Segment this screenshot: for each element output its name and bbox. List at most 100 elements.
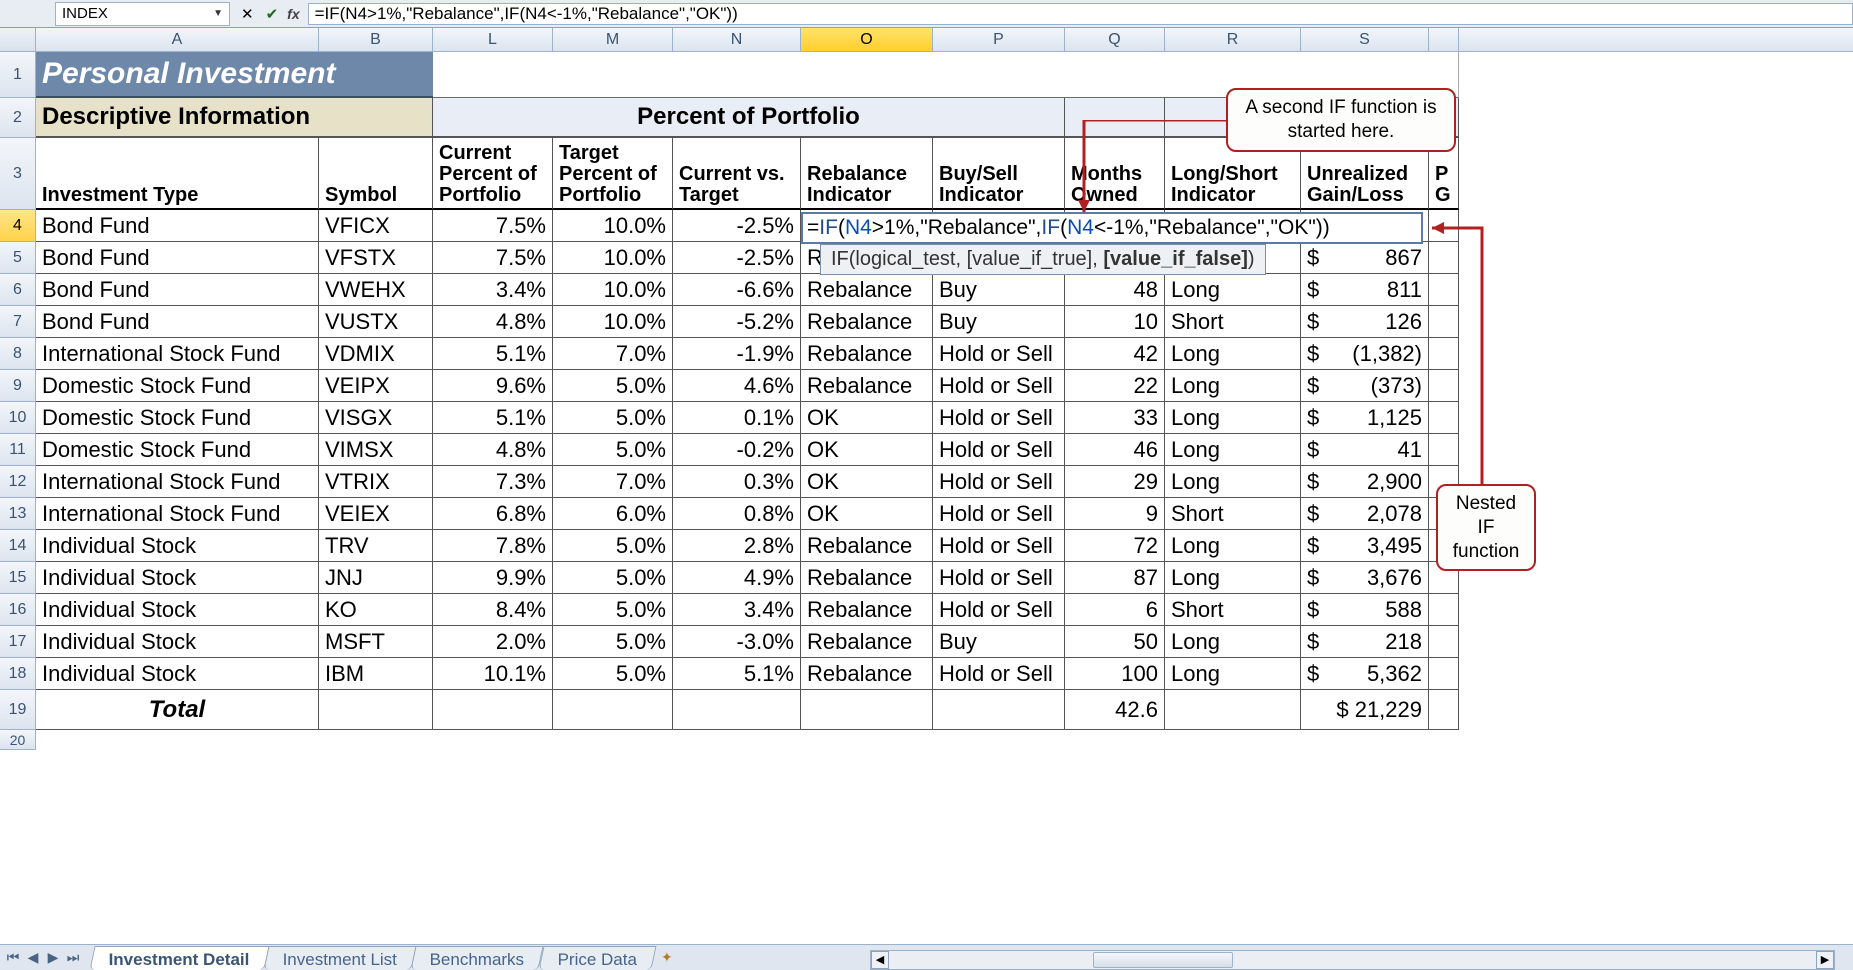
horizontal-scrollbar[interactable]: ◀ ▶ [870,950,1835,970]
cell[interactable]: 5.0% [553,658,673,690]
cell[interactable]: 7.8% [433,530,553,562]
row-header[interactable]: 7 [0,306,36,338]
cell[interactable]: 5.0% [553,594,673,626]
cell[interactable]: 5.0% [553,370,673,402]
cell[interactable]: VUSTX [319,306,433,338]
cell[interactable]: 5.1% [433,402,553,434]
cell[interactable]: TRV [319,530,433,562]
scroll-thumb[interactable] [1093,952,1233,968]
fx-icon[interactable]: fx [287,6,299,22]
row-header[interactable]: 5 [0,242,36,274]
cell[interactable]: Individual Stock [36,530,319,562]
cell[interactable]: 7.0% [553,338,673,370]
cell[interactable]: MSFT [319,626,433,658]
cell[interactable]: Long [1165,658,1301,690]
cell[interactable]: Long [1165,370,1301,402]
cell[interactable]: Bond Fund [36,306,319,338]
cell[interactable]: 42 [1065,338,1165,370]
row-header[interactable]: 10 [0,402,36,434]
column-header-B[interactable]: B [319,28,433,51]
cell[interactable]: Domestic Stock Fund [36,402,319,434]
cell[interactable]: Hold or Sell [933,658,1065,690]
select-all-corner[interactable] [0,28,36,51]
cell[interactable]: 7.5% [433,242,553,274]
row-header[interactable]: 8 [0,338,36,370]
cell[interactable]: International Stock Fund [36,338,319,370]
cell[interactable]: VIMSX [319,434,433,466]
cell[interactable]: Individual Stock [36,658,319,690]
cell[interactable]: Short [1165,306,1301,338]
cell[interactable]: 4.6% [673,370,801,402]
cell[interactable]: 10.0% [553,242,673,274]
cell[interactable]: 10.0% [553,210,673,242]
cell[interactable]: $588 [1301,594,1429,626]
scroll-track[interactable] [889,951,1816,969]
cell[interactable]: Long [1165,626,1301,658]
cell[interactable]: $126 [1301,306,1429,338]
cell[interactable]: $(1,382) [1301,338,1429,370]
cell[interactable]: Rebalance [801,338,933,370]
cell[interactable]: 9.9% [433,562,553,594]
cell[interactable]: Long [1165,434,1301,466]
last-tab-icon[interactable]: ⏭ [64,949,82,966]
next-tab-icon[interactable]: ▶ [44,949,62,966]
cell[interactable]: 4.8% [433,434,553,466]
cell[interactable]: 5.0% [553,562,673,594]
cell[interactable]: 4.8% [433,306,553,338]
cell[interactable]: -6.6% [673,274,801,306]
cell[interactable]: OK [801,498,933,530]
cell[interactable]: 3.4% [673,594,801,626]
cell[interactable]: Individual Stock [36,562,319,594]
cell[interactable]: 0.1% [673,402,801,434]
column-header-N[interactable]: N [673,28,801,51]
row-header[interactable]: 4 [0,210,36,242]
cell[interactable]: 5.1% [433,338,553,370]
cell[interactable]: 5.0% [553,626,673,658]
sheet-tab[interactable]: Investment List [263,946,416,970]
cell[interactable]: 2.0% [433,626,553,658]
cell[interactable]: -2.5% [673,210,801,242]
row-header[interactable]: 9 [0,370,36,402]
cell[interactable]: Bond Fund [36,274,319,306]
cell[interactable]: 3.4% [433,274,553,306]
scroll-left-icon[interactable]: ◀ [871,951,889,969]
cell[interactable]: Rebalance [801,274,933,306]
row-header[interactable]: 12 [0,466,36,498]
row-header[interactable]: 1 [0,52,36,98]
column-header-Q[interactable]: Q [1065,28,1165,51]
cell[interactable]: 87 [1065,562,1165,594]
column-header-L[interactable]: L [433,28,553,51]
cell[interactable]: Buy [933,626,1065,658]
cell[interactable]: VWEHX [319,274,433,306]
cell[interactable]: $811 [1301,274,1429,306]
cell[interactable]: 8.4% [433,594,553,626]
cell[interactable]: $867 [1301,242,1429,274]
cell[interactable]: Long [1165,338,1301,370]
cell[interactable]: 7.5% [433,210,553,242]
cell[interactable]: 7.3% [433,466,553,498]
cell[interactable]: 9 [1065,498,1165,530]
sheet-tab[interactable]: Price Data [538,946,656,970]
row-header[interactable]: 3 [0,138,36,210]
cell[interactable]: Buy [933,306,1065,338]
cell[interactable]: VTRIX [319,466,433,498]
cell[interactable]: JNJ [319,562,433,594]
cell[interactable]: -3.0% [673,626,801,658]
cell[interactable]: VEIEX [319,498,433,530]
sheet-tab[interactable]: Benchmarks [411,946,545,970]
cell[interactable]: $(373) [1301,370,1429,402]
cell[interactable]: International Stock Fund [36,498,319,530]
cell[interactable]: Hold or Sell [933,498,1065,530]
cell[interactable]: VEIPX [319,370,433,402]
cell[interactable]: Bond Fund [36,242,319,274]
row-header[interactable]: 19 [0,690,36,730]
cell[interactable]: 6.0% [553,498,673,530]
cell[interactable]: Hold or Sell [933,434,1065,466]
cell[interactable]: -1.9% [673,338,801,370]
cell[interactable]: OK [801,466,933,498]
cell[interactable]: OK [801,434,933,466]
cell[interactable]: 50 [1065,626,1165,658]
column-header-S[interactable]: S [1301,28,1429,51]
cell[interactable]: 72 [1065,530,1165,562]
cell[interactable]: 5.0% [553,530,673,562]
